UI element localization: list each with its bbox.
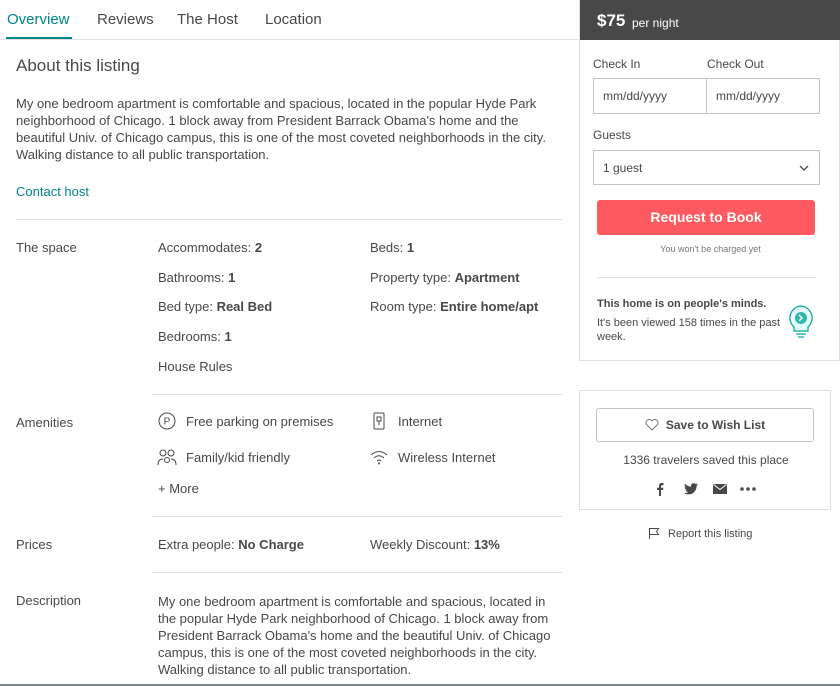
tab-overview[interactable]: Overview (7, 11, 70, 28)
divider (16, 219, 562, 220)
space-bed-type: Bed type: Real Bed (158, 299, 273, 314)
amenity-family: Family/kid friendly (157, 447, 290, 467)
internet-icon (369, 411, 389, 431)
amenity-internet: Internet (369, 411, 442, 431)
active-tab-indicator (6, 37, 72, 39)
per-night-label: per night (632, 16, 679, 30)
amenity-label: Family/kid friendly (186, 449, 291, 465)
not-charged-note: You won't be charged yet (660, 244, 761, 254)
listing-tabs: Overview Reviews The Host Location (0, 0, 578, 40)
nightly-price: $75 (597, 11, 626, 30)
amenity-label: Wireless Internet (398, 449, 496, 465)
check-out-label: Check Out (707, 57, 764, 71)
minds-subtitle: It's been viewed 158 times in the past w… (597, 317, 781, 343)
check-in-input[interactable]: mm/dd/yyyy (593, 78, 707, 114)
svg-text:P: P (164, 417, 171, 428)
divider (152, 572, 562, 573)
space-label: The space (16, 240, 77, 255)
heart-icon (645, 419, 659, 431)
contact-host-link[interactable]: Contact host (16, 184, 89, 199)
about-title: About this listing (16, 56, 140, 75)
twitter-icon[interactable] (684, 481, 698, 497)
description-label: Description (16, 593, 82, 608)
house-rules-link[interactable]: House Rules (158, 359, 232, 374)
divider (152, 394, 562, 395)
divider (597, 277, 816, 278)
check-in-label: Check In (593, 57, 641, 71)
space-beds: Beds: 1 (370, 240, 415, 255)
amenities-label: Amenities (16, 415, 74, 430)
more-amenities-link[interactable]: + More (158, 481, 199, 496)
description-text: My one bedroom apartment is comfortable … (158, 594, 551, 677)
price-weekly-discount: Weekly Discount: 13% (370, 537, 500, 552)
check-out-input[interactable]: mm/dd/yyyy (706, 78, 820, 114)
tab-the-host[interactable]: The Host (177, 11, 238, 28)
divider (152, 516, 562, 517)
space-bedrooms: Bedrooms: 1 (158, 329, 232, 344)
report-label: Report this listing (668, 527, 753, 540)
guests-label: Guests (593, 128, 632, 142)
save-to-wish-list-button[interactable]: Save to Wish List (596, 408, 814, 442)
amenity-label: Free parking on premises (186, 413, 334, 429)
amenity-parking: P Free parking on premises (157, 411, 333, 431)
chevron-down-icon (799, 162, 809, 172)
space-property-type: Property type: Apartment (370, 270, 520, 285)
email-icon[interactable] (713, 481, 727, 497)
report-listing-link[interactable]: Report this listing (648, 527, 752, 540)
facebook-icon[interactable] (656, 481, 664, 497)
minds-title: This home is on people's minds. (597, 298, 767, 310)
price-header: $75 per night (580, 0, 840, 40)
wish-button-label: Save to Wish List (665, 418, 766, 432)
parking-icon: P (157, 411, 177, 431)
tab-reviews[interactable]: Reviews (97, 11, 154, 28)
lightbulb-icon (784, 303, 818, 339)
family-icon (157, 447, 177, 467)
flag-icon (648, 527, 661, 540)
wifi-icon (369, 447, 389, 467)
request-to-book-button[interactable]: Request to Book (597, 200, 815, 235)
tab-location[interactable]: Location (265, 11, 322, 28)
space-bathrooms: Bathrooms: 1 (158, 270, 236, 285)
prices-label: Prices (16, 537, 53, 552)
space-accommodates: Accommodates: 2 (158, 240, 263, 255)
more-icon[interactable] (740, 481, 756, 497)
price-extra-people: Extra people: No Charge (158, 537, 304, 552)
amenity-wifi: Wireless Internet (369, 447, 496, 467)
booking-panel: $75 per night Check In Check Out mm/dd/y… (579, 0, 840, 361)
guests-value: 1 guest (603, 161, 643, 175)
saved-count: 1336 travelers saved this place (623, 453, 789, 467)
amenity-label: Internet (398, 413, 443, 429)
guests-select[interactable]: 1 guest (593, 150, 820, 185)
wish-list-panel: Save to Wish List 1336 travelers saved t… (579, 390, 831, 510)
space-room-type: Room type: Entire home/apt (370, 299, 539, 314)
about-text: My one bedroom apartment is comfortable … (16, 96, 546, 162)
